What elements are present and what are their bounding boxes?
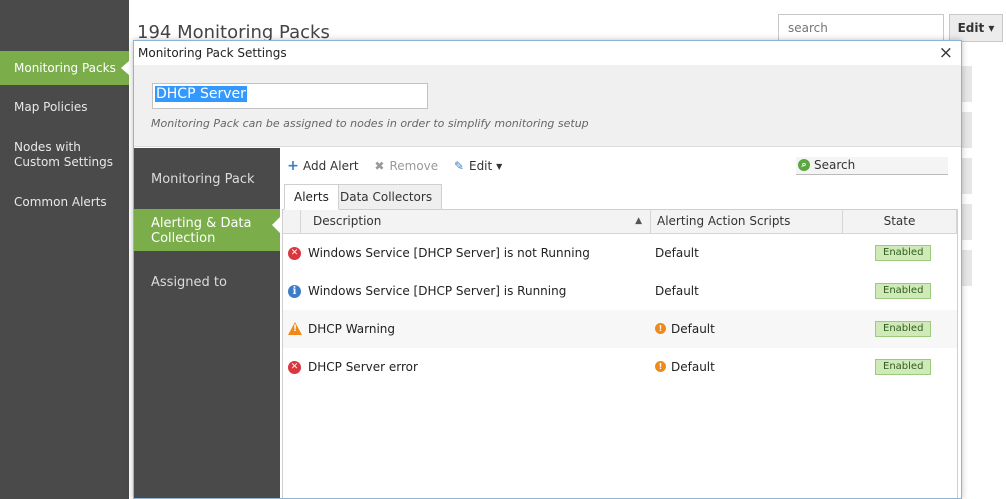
remove-button[interactable]: ✖ Remove: [372, 159, 438, 173]
nav-active-arrow: [272, 217, 280, 233]
row-script: ! Default: [655, 348, 715, 386]
pack-name-value: DHCP Server: [155, 86, 247, 102]
sidebar-item-nodes-custom-settings[interactable]: Nodes with Custom Settings: [0, 140, 118, 170]
status-badge: Enabled: [875, 359, 932, 375]
remove-label: Remove: [389, 159, 439, 173]
tab-alerts[interactable]: Alerts: [284, 184, 339, 210]
grid-search-field[interactable]: ⌕ Search: [796, 157, 948, 175]
tab-label: Data Collectors: [340, 190, 433, 204]
add-alert-button[interactable]: + Add Alert: [286, 158, 359, 174]
script-warning-icon: !: [655, 361, 666, 372]
sort-ascending-icon: ▲: [635, 216, 642, 226]
table-header: Description ▲ Alerting Action Scripts St…: [283, 210, 957, 234]
add-alert-label: Add Alert: [303, 159, 359, 173]
error-icon: ✕: [288, 247, 301, 260]
pack-hint-text: Monitoring Pack can be assigned to nodes…: [151, 117, 589, 130]
sidebar-item-label: Monitoring Packs: [14, 61, 116, 75]
status-badge: Enabled: [875, 283, 932, 299]
row-description: Windows Service [DHCP Server] is Running: [308, 284, 567, 298]
search-icon: ⌕: [798, 159, 810, 171]
table-row[interactable]: ! DHCP Warning ! Default Enabled: [283, 310, 957, 348]
column-header-state[interactable]: State: [843, 210, 957, 233]
table-row[interactable]: i Windows Service [DHCP Server] is Runni…: [283, 272, 957, 310]
alerts-table: Description ▲ Alerting Action Scripts St…: [282, 209, 958, 498]
column-header-scripts[interactable]: Alerting Action Scripts: [651, 210, 843, 233]
column-label: Alerting Action Scripts: [657, 214, 791, 228]
nav-item-label: Monitoring Pack: [151, 172, 255, 187]
chevron-down-icon: ▼: [496, 162, 503, 171]
nav-item-alerting-data-collection[interactable]: Alerting & Data Collection: [134, 209, 280, 251]
sidebar-item-monitoring-packs[interactable]: Monitoring Packs: [0, 51, 129, 85]
dialog-header: DHCP Server Monitoring Pack can be assig…: [134, 65, 961, 147]
icon-column-header: [283, 210, 301, 233]
table-row[interactable]: ✕ DHCP Server error ! Default Enabled: [283, 348, 957, 386]
error-icon: ✕: [288, 361, 301, 374]
dialog-titlebar: Monitoring Pack Settings ×: [134, 41, 961, 65]
dialog-nav: Monitoring Pack Alerting & Data Collecti…: [134, 148, 280, 498]
sidebar-item-label: Map Policies: [14, 100, 88, 114]
row-script: Default: [655, 234, 699, 272]
alerts-toolbar: + Add Alert ✖ Remove ✎ Edit ▼: [286, 158, 512, 176]
sidebar-item-label: Nodes with Custom Settings: [14, 140, 114, 169]
row-script: ! Default: [655, 310, 715, 348]
grid-search-label: Search: [814, 158, 856, 172]
row-description: DHCP Server error: [308, 360, 418, 374]
info-icon: i: [288, 285, 301, 298]
row-script: Default: [655, 272, 699, 310]
plus-icon: +: [287, 158, 299, 174]
pack-name-field[interactable]: DHCP Server: [152, 83, 428, 109]
script-label: Default: [655, 284, 699, 298]
column-label: State: [883, 214, 916, 228]
dialog-title: Monitoring Pack Settings: [138, 46, 287, 60]
row-description: Windows Service [DHCP Server] is not Run…: [308, 246, 590, 260]
column-header-description[interactable]: Description ▲: [301, 210, 651, 233]
script-label: Default: [671, 360, 715, 374]
remove-x-icon: ✖: [374, 159, 385, 173]
column-label: Description: [313, 214, 382, 228]
edit-button[interactable]: ✎ Edit ▼: [452, 159, 502, 173]
table-row[interactable]: ✕ Windows Service [DHCP Server] is not R…: [283, 234, 957, 272]
nav-item-assigned-to[interactable]: Assigned to: [134, 275, 280, 290]
pencil-icon: ✎: [453, 159, 465, 173]
edit-label: Edit: [468, 159, 493, 173]
tab-data-collectors[interactable]: Data Collectors: [330, 184, 443, 210]
warning-icon: !: [288, 322, 302, 335]
alerts-content: + Add Alert ✖ Remove ✎ Edit ▼ ⌕ Search Aler…: [280, 148, 961, 498]
app-sidebar: Monitoring Packs Map Policies Nodes with…: [0, 0, 129, 499]
script-label: Default: [671, 322, 715, 336]
edit-menu-button[interactable]: Edit ▾: [949, 14, 1003, 42]
status-badge: Enabled: [875, 321, 932, 337]
script-label: Default: [655, 246, 699, 260]
search-input[interactable]: [778, 14, 944, 42]
active-indicator-arrow: [121, 61, 129, 75]
row-description: DHCP Warning: [308, 322, 396, 336]
sidebar-item-label: Common Alerts: [14, 195, 107, 209]
script-warning-icon: !: [655, 323, 666, 334]
nav-item-label: Assigned to: [151, 275, 227, 290]
sidebar-item-map-policies[interactable]: Map Policies: [0, 100, 129, 115]
nav-item-label: Alerting & Data Collection: [151, 216, 252, 246]
monitoring-pack-settings-dialog: Monitoring Pack Settings × DHCP Server M…: [133, 40, 962, 499]
status-badge: Enabled: [875, 245, 932, 261]
close-icon[interactable]: ×: [939, 43, 953, 63]
nav-item-monitoring-pack[interactable]: Monitoring Pack: [134, 172, 280, 187]
tab-label: Alerts: [294, 190, 329, 204]
sidebar-item-common-alerts[interactable]: Common Alerts: [0, 195, 129, 210]
app-window: Monitoring Packs Map Policies Nodes with…: [0, 0, 1006, 499]
